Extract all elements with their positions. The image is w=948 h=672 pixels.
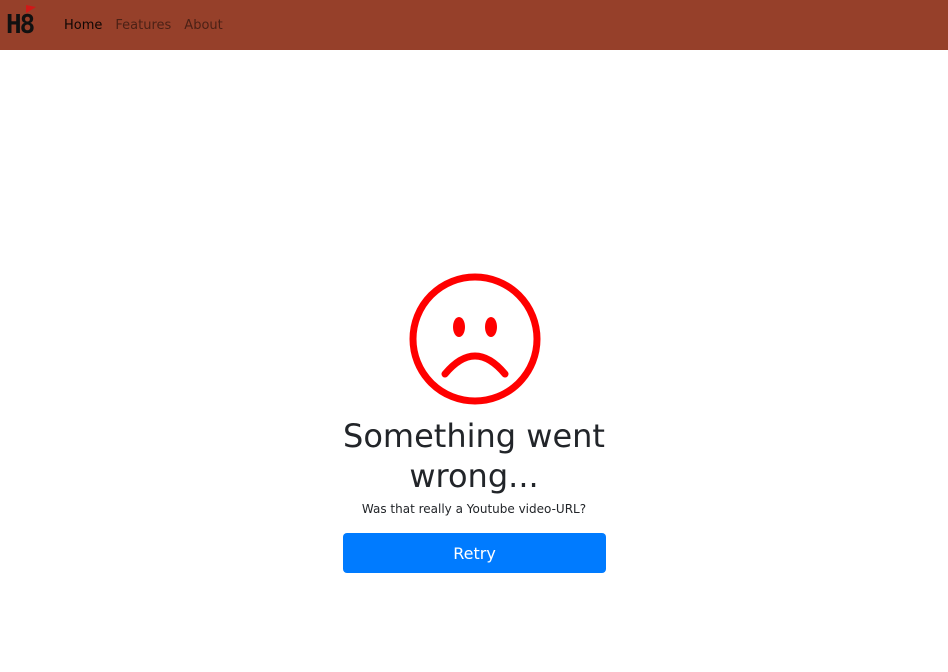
nav-link-about[interactable]: About [184,18,222,33]
brand-logo[interactable]: H8 [0,0,58,50]
sad-face-icon [409,273,541,405]
navbar: H8 Home Features About [0,0,948,50]
nav-links: Home Features About [64,18,236,33]
error-title: Something went wrong... [343,417,605,495]
nav-link-home[interactable]: Home [64,18,102,33]
flag-icon [26,5,36,13]
nav-link-features[interactable]: Features [115,18,171,33]
error-panel: Something went wrong... Was that really … [0,50,948,672]
error-message: Was that really a Youtube video-URL? [361,502,587,516]
brand-text: H8 [6,10,35,40]
retry-button[interactable]: Retry [343,533,606,573]
